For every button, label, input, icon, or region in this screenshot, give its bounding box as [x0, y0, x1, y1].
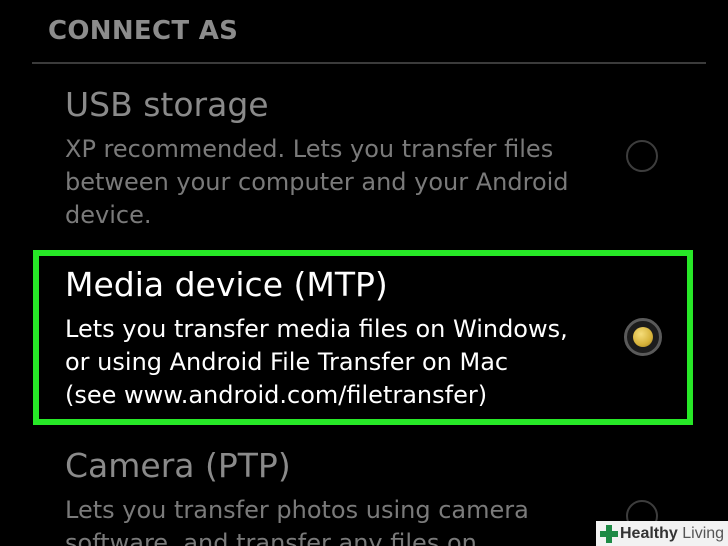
watermark-logo: Healthy Living	[596, 521, 728, 546]
watermark-light: Living	[677, 524, 725, 542]
plus-icon	[600, 524, 618, 543]
radio-media-device-mtp[interactable]	[624, 318, 662, 356]
option-description: XP recommended. Lets you transfer files …	[65, 135, 569, 229]
watermark-bold: Healthy	[620, 524, 678, 542]
option-title: Media device (MTP)	[65, 265, 388, 304]
radio-usb-storage[interactable]	[626, 140, 658, 172]
option-description: Lets you transfer photos using camera so…	[65, 496, 529, 546]
option-media-device-mtp[interactable]: Media device (MTP) Lets you transfer med…	[65, 266, 625, 412]
option-title: USB storage	[65, 85, 269, 124]
connect-as-screen: CONNECT AS USB storage XP recommended. L…	[0, 0, 728, 546]
option-description: Lets you transfer media files on Windows…	[65, 315, 568, 409]
radio-selected-dot	[633, 327, 653, 347]
option-usb-storage[interactable]: USB storage XP recommended. Lets you tra…	[65, 86, 625, 232]
section-header: CONNECT AS	[48, 16, 239, 46]
section-divider	[32, 62, 706, 64]
watermark-text: Healthy Living	[620, 525, 724, 543]
option-title: Camera (PTP)	[65, 446, 291, 485]
option-camera-ptp[interactable]: Camera (PTP) Lets you transfer photos us…	[65, 447, 625, 546]
